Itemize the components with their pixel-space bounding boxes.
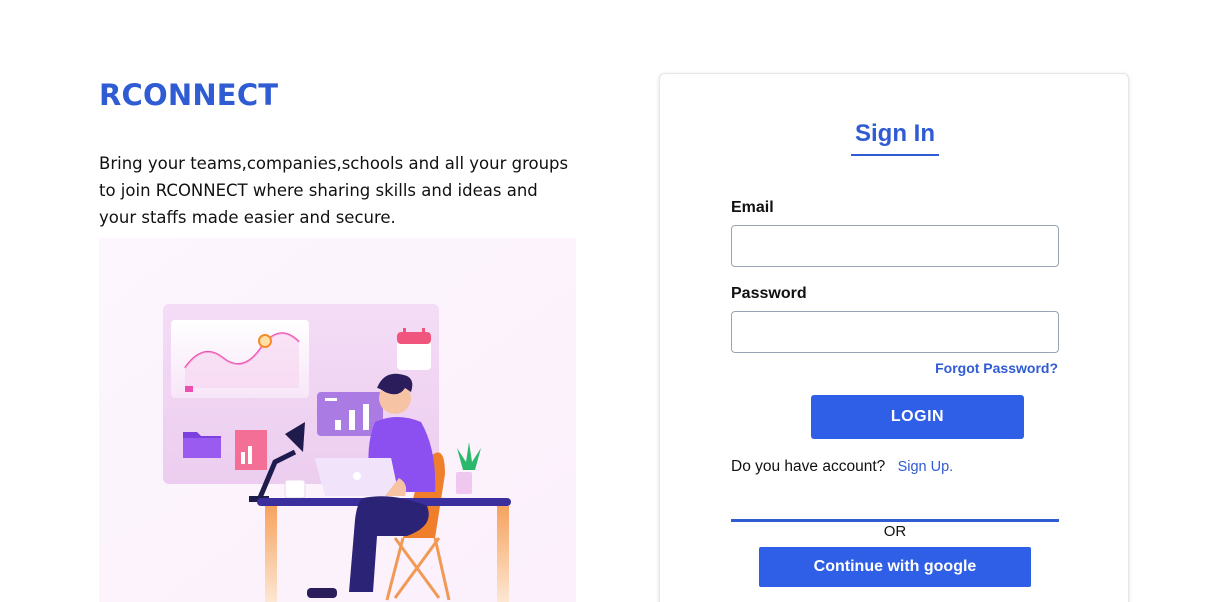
workspace-illustration bbox=[99, 238, 576, 602]
or-separator: OR bbox=[883, 523, 907, 540]
signup-link[interactable]: Sign Up. bbox=[898, 459, 954, 475]
brand-logo-text: RCONNECT bbox=[99, 78, 279, 112]
password-field[interactable] bbox=[731, 311, 1059, 353]
email-label: Email bbox=[731, 199, 774, 216]
account-prompt: Do you have account? bbox=[731, 458, 886, 475]
signin-title: Sign In bbox=[855, 120, 935, 147]
continue-with-google-button[interactable]: Continue with google bbox=[759, 547, 1031, 587]
divider bbox=[731, 519, 1059, 522]
forgot-password-link[interactable]: Forgot Password? bbox=[935, 360, 1058, 376]
password-label: Password bbox=[731, 285, 807, 302]
email-field[interactable] bbox=[731, 225, 1059, 267]
login-button[interactable]: LOGIN bbox=[811, 395, 1024, 439]
title-underline bbox=[851, 154, 939, 156]
signin-card: Sign In Email Password Forgot Password? … bbox=[659, 73, 1129, 602]
hero-tagline: Bring your teams,companies,schools and a… bbox=[99, 154, 569, 227]
signup-row: Do you have account? Sign Up. bbox=[731, 458, 953, 476]
